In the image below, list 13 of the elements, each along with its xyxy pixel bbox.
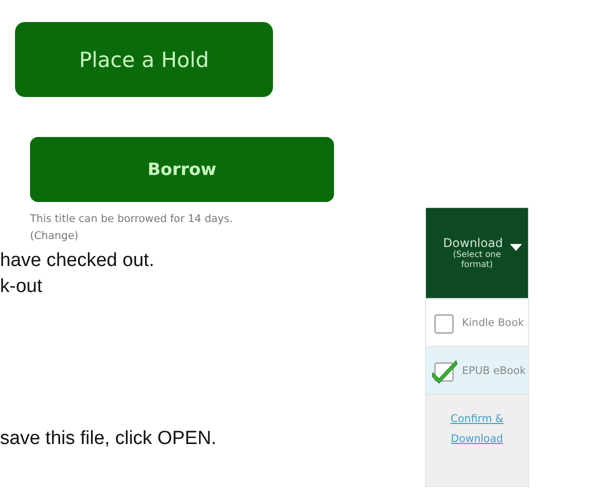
document-text: k-out — [0, 276, 42, 298]
download-subtitle: (Select one format) — [452, 250, 502, 270]
borrow-button[interactable]: Borrow — [30, 137, 334, 202]
caret-icon — [510, 244, 522, 252]
document-text: save this file, click OPEN. — [0, 428, 216, 450]
checked-checkbox-icon[interactable] — [432, 358, 458, 384]
loan-period-note: This title can be borrowed for 14 days. — [30, 212, 234, 227]
download-header[interactable]: Download (Select one format) — [426, 208, 528, 298]
document-text: have checked out. — [0, 250, 154, 272]
change-link[interactable]: (Change) — [30, 228, 78, 244]
format-option[interactable]: EPUB eBook — [426, 346, 528, 394]
download-title: Download — [443, 236, 503, 250]
place-hold-button[interactable]: Place a Hold — [15, 22, 273, 97]
